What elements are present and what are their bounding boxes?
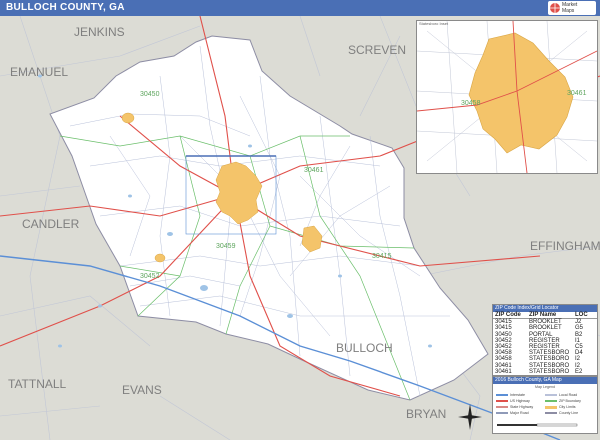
legend-label: ZIP Boundary [559, 399, 581, 403]
logo-text: Market Maps [562, 2, 577, 14]
local-road-swatch [545, 394, 557, 396]
county-label-bulloch: BULLOCH [336, 341, 393, 355]
legend-item-state-highway: State Highway [496, 405, 533, 409]
major-road-swatch [496, 412, 508, 414]
inset-svg: 30458 30461 [417, 21, 597, 173]
zip-label-30461-north: 30461 [304, 167, 324, 174]
zip-label-30452: 30452 [140, 273, 160, 280]
zip-loc-cell: E2 [575, 368, 583, 375]
inset-zip-label-30458: 30458 [461, 100, 481, 107]
legend-label: Interstate [510, 393, 525, 397]
zip-index-table: ZIP Code Index/Grid Locator ZIP Code ZIP… [492, 304, 598, 376]
legend-label: County Line [559, 411, 579, 415]
zip-table-title: ZIP Code Index/Grid Locator [493, 305, 597, 312]
zip-name-cell: STATESBORO [529, 368, 570, 375]
zip-label-30450: 30450 [140, 91, 160, 98]
inset-zip-label-30461: 30461 [567, 90, 587, 97]
legend-label: US Highway [510, 399, 530, 403]
zip-label-30459: 30459 [216, 243, 236, 250]
zip-table-header-loc: LOC [575, 312, 588, 318]
city-limits-swatch [545, 405, 557, 409]
state-highway-swatch [496, 406, 508, 408]
zip-code-cell: 30461 [495, 368, 512, 375]
legend-label: State Highway [510, 405, 534, 409]
zip-table-header-name: ZIP Name [529, 312, 557, 318]
compass-rose-icon [458, 404, 482, 430]
legend-item-city-limits: City Limits [545, 405, 576, 409]
brand-logo: Market Maps [548, 1, 596, 15]
portal-city-area[interactable] [121, 112, 135, 124]
zip-table-row: 30461 STATESBORO E2 [493, 369, 597, 375]
zip-boundary-swatch [545, 400, 557, 402]
county-label-evans: EVANS [122, 383, 162, 397]
county-label-emanuel: EMANUEL [10, 65, 68, 79]
county-label-screven: SCREVEN [348, 43, 406, 57]
interstate-swatch [496, 394, 508, 396]
statesboro-inset-map[interactable]: Statesboro Inset 30458 30461 [416, 20, 598, 174]
us-highway-swatch [496, 400, 508, 402]
logo-line-2: Maps [562, 8, 575, 14]
zip-table-header-zip: ZIP Code [495, 312, 521, 318]
legend-item-us-highway: US Highway [496, 399, 530, 403]
county-label-effingham: EFFINGHAM [530, 239, 600, 253]
legend-item-county-line: County Line [545, 411, 578, 415]
map-title: BULLOCH COUNTY, GA [6, 2, 125, 13]
legend-title: 2016 Bulloch County, GA Map [493, 377, 597, 384]
globe-icon [550, 3, 560, 13]
county-label-candler: CANDLER [22, 217, 80, 231]
title-bar: BULLOCH COUNTY, GA Market Maps [0, 0, 600, 16]
county-label-bryan: BRYAN [406, 407, 446, 421]
zip-label-30415: 30415 [372, 253, 392, 260]
inset-caption: Statesboro Inset [419, 21, 449, 26]
zip-table-header-row: ZIP Code ZIP Name LOC [493, 312, 597, 320]
county-label-jenkins: JENKINS [74, 25, 125, 39]
legend-item-major-road: Major Road [496, 411, 529, 415]
legend-item-local-road: Local Road [545, 393, 577, 397]
legend-item-zip-boundary: ZIP Boundary [545, 399, 581, 403]
county-label-tattnall: TATTNALL [8, 377, 67, 391]
legend-item-interstate: Interstate [496, 393, 525, 397]
legend-subtitle: Map Legend [535, 385, 555, 389]
map-legend: 2016 Bulloch County, GA Map Map Legend I… [492, 376, 598, 434]
map-frame: BULLOCH COUNTY, GA Market Maps BULLOCH J… [0, 0, 600, 441]
legend-scale-bar [497, 423, 578, 427]
register-city-area[interactable] [154, 253, 166, 263]
county-line-swatch [545, 412, 557, 414]
legend-label: City Limits [559, 405, 576, 409]
legend-label: Major Road [510, 411, 529, 415]
legend-label: Local Road [559, 393, 578, 397]
